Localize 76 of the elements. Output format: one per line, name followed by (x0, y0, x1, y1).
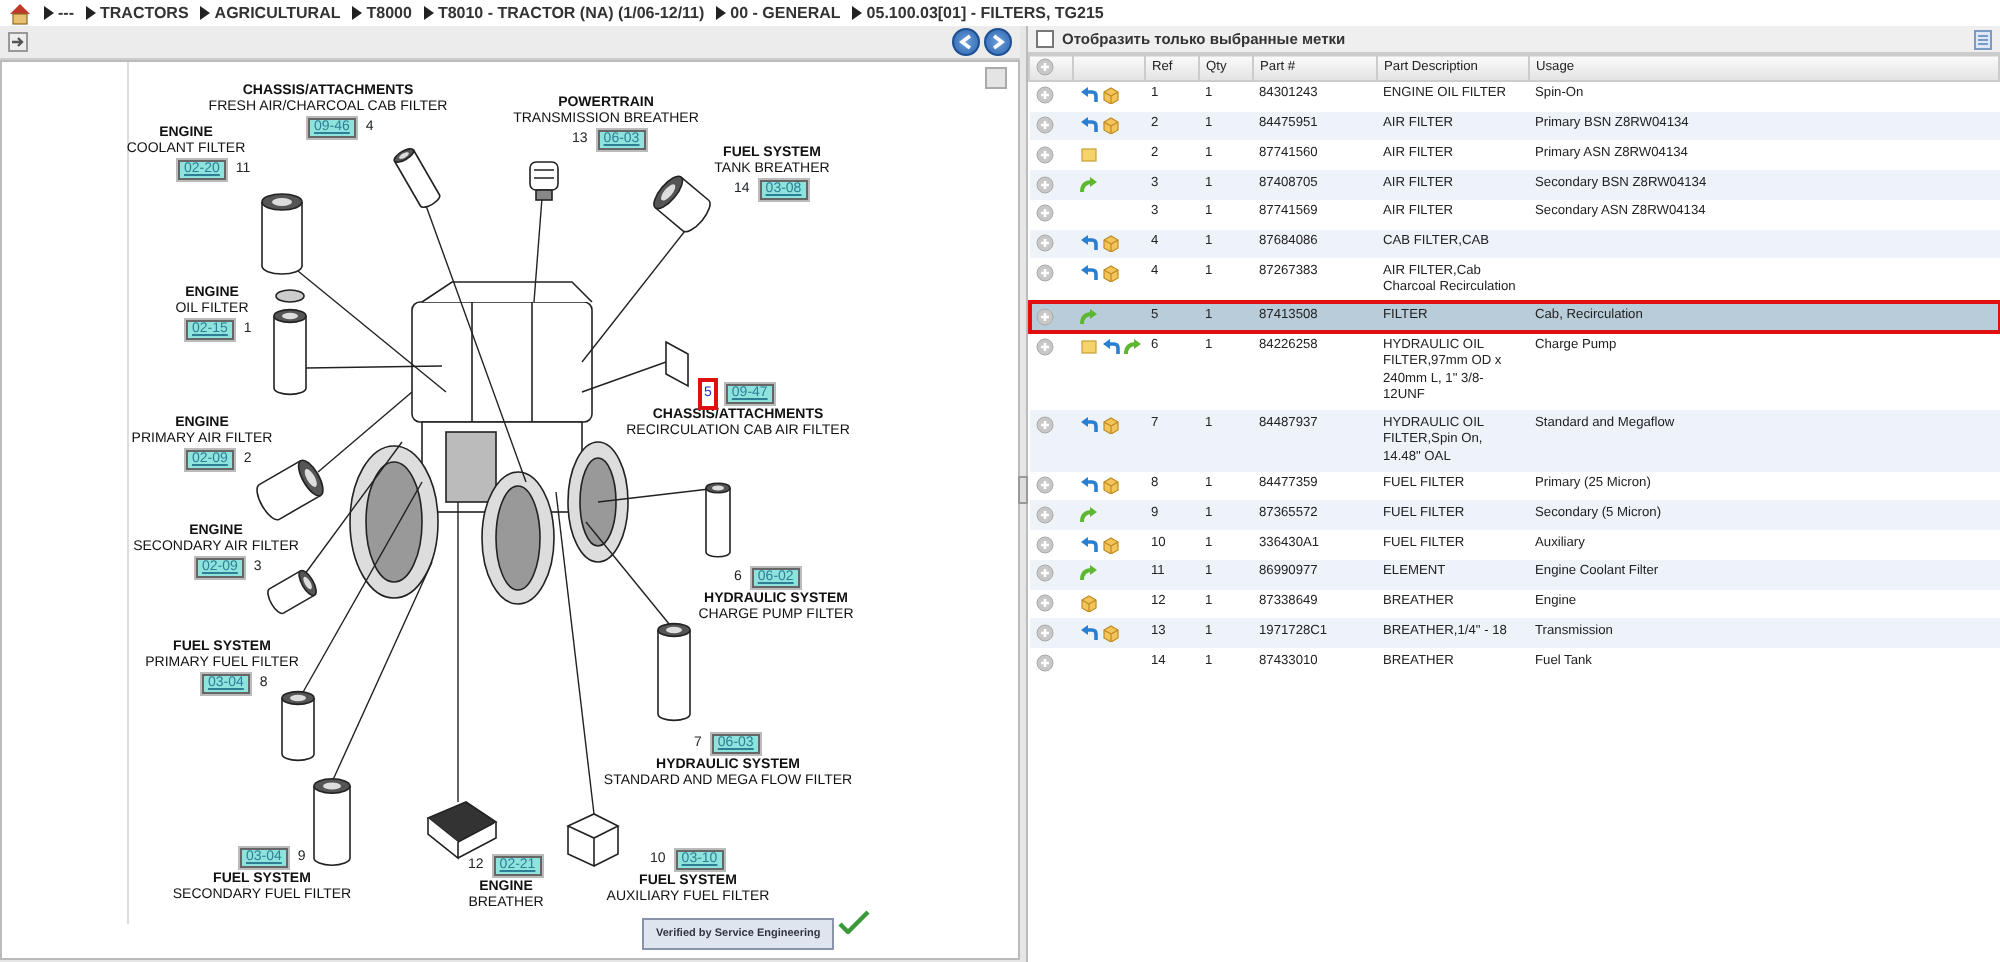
package-icon[interactable] (1101, 116, 1119, 135)
breadcrumb-link[interactable]: 05.100.03[01] - FILTERS, TG215 (866, 1, 1104, 25)
expand-icon[interactable] (1035, 175, 1053, 194)
return-arrow-icon[interactable] (1079, 476, 1097, 495)
expand-icon[interactable] (1035, 204, 1053, 223)
package-icon[interactable] (1101, 415, 1119, 434)
expand-icon[interactable] (1035, 594, 1053, 613)
expand-icon[interactable] (1035, 623, 1053, 642)
package-icon[interactable] (1079, 594, 1097, 613)
filter-drawing (281, 690, 315, 762)
breadcrumb-arrow-icon (352, 6, 363, 20)
expand-icon[interactable] (1035, 307, 1053, 326)
return-arrow-icon[interactable] (1079, 415, 1097, 434)
breadcrumb-link[interactable]: TRACTORS (100, 1, 189, 25)
filter-drawing (393, 148, 441, 208)
package-icon[interactable] (1101, 86, 1119, 105)
breadcrumb-arrow-icon (44, 6, 54, 20)
breather-drawing (529, 161, 559, 201)
note-icon[interactable] (1079, 337, 1097, 356)
breadcrumb-link[interactable]: T8000 (366, 1, 412, 25)
expand-icon[interactable] (1035, 564, 1053, 583)
filter-drawing (273, 289, 307, 396)
breadcrumb-link[interactable]: 00 - GENERAL (730, 1, 841, 25)
expand-icon[interactable] (1035, 234, 1053, 253)
breadcrumb-arrow-icon (716, 6, 727, 20)
forward-arrow-icon[interactable] (1079, 307, 1097, 326)
forward-arrow-icon[interactable] (1079, 175, 1097, 194)
home-icon[interactable] (8, 1, 32, 25)
expand-all-icon[interactable] (1036, 58, 1054, 77)
expand-icon[interactable] (1035, 505, 1053, 524)
columns-icon[interactable] (1974, 29, 1992, 49)
breadcrumb-link[interactable]: AGRICULTURAL (214, 1, 341, 25)
forward-arrow-icon[interactable] (1079, 564, 1097, 583)
breadcrumb-arrow-icon (200, 6, 211, 20)
package-icon[interactable] (1101, 623, 1119, 642)
return-arrow-icon[interactable] (1079, 623, 1097, 642)
breadcrumb-arrow-icon (852, 6, 863, 20)
breadcrumb-link[interactable]: --- (58, 1, 74, 25)
package-icon[interactable] (1101, 476, 1119, 495)
box-filter-drawing (567, 813, 620, 868)
filter-checkbox[interactable] (1036, 30, 1054, 48)
package-icon[interactable] (1101, 535, 1119, 554)
expand-icon[interactable] (1035, 116, 1053, 135)
export-icon[interactable] (8, 32, 28, 52)
filter-drawing (705, 482, 731, 558)
breadcrumb-arrow-icon (423, 6, 434, 20)
resize-handle[interactable] (985, 67, 1007, 89)
expand-icon[interactable] (1035, 145, 1053, 164)
expand-icon[interactable] (1035, 337, 1053, 356)
breadcrumb-link[interactable]: T8010 - TRACTOR (NA) (1/06-12/11) (437, 1, 705, 25)
package-icon[interactable] (1101, 234, 1119, 253)
panel-filter-drawing (665, 340, 689, 388)
filter-drawing (313, 778, 351, 866)
note-icon[interactable] (1079, 145, 1097, 164)
checkmark-icon (838, 910, 870, 934)
expand-icon[interactable] (1035, 535, 1053, 554)
back-button[interactable] (952, 28, 980, 56)
filter-drawing (657, 622, 691, 722)
breather-drawing (426, 801, 498, 860)
expand-icon[interactable] (1035, 476, 1053, 495)
filter-drawing (261, 193, 303, 275)
filter-drawing (256, 459, 324, 521)
return-arrow-icon[interactable] (1079, 535, 1097, 554)
expand-icon[interactable] (1035, 263, 1053, 282)
breather-drawing (653, 175, 711, 233)
filter-drawing (267, 569, 317, 615)
return-arrow-icon[interactable] (1101, 337, 1119, 356)
expand-icon[interactable] (1035, 415, 1053, 434)
forward-arrow-icon[interactable] (1123, 337, 1141, 356)
package-icon[interactable] (1101, 263, 1119, 282)
collapse-handle[interactable] (1018, 476, 1028, 504)
forward-arrow-icon[interactable] (1079, 505, 1097, 524)
breadcrumb-arrow-icon (86, 6, 96, 20)
forward-button[interactable] (984, 28, 1012, 56)
expand-icon[interactable] (1035, 653, 1053, 672)
expand-icon[interactable] (1035, 86, 1053, 105)
